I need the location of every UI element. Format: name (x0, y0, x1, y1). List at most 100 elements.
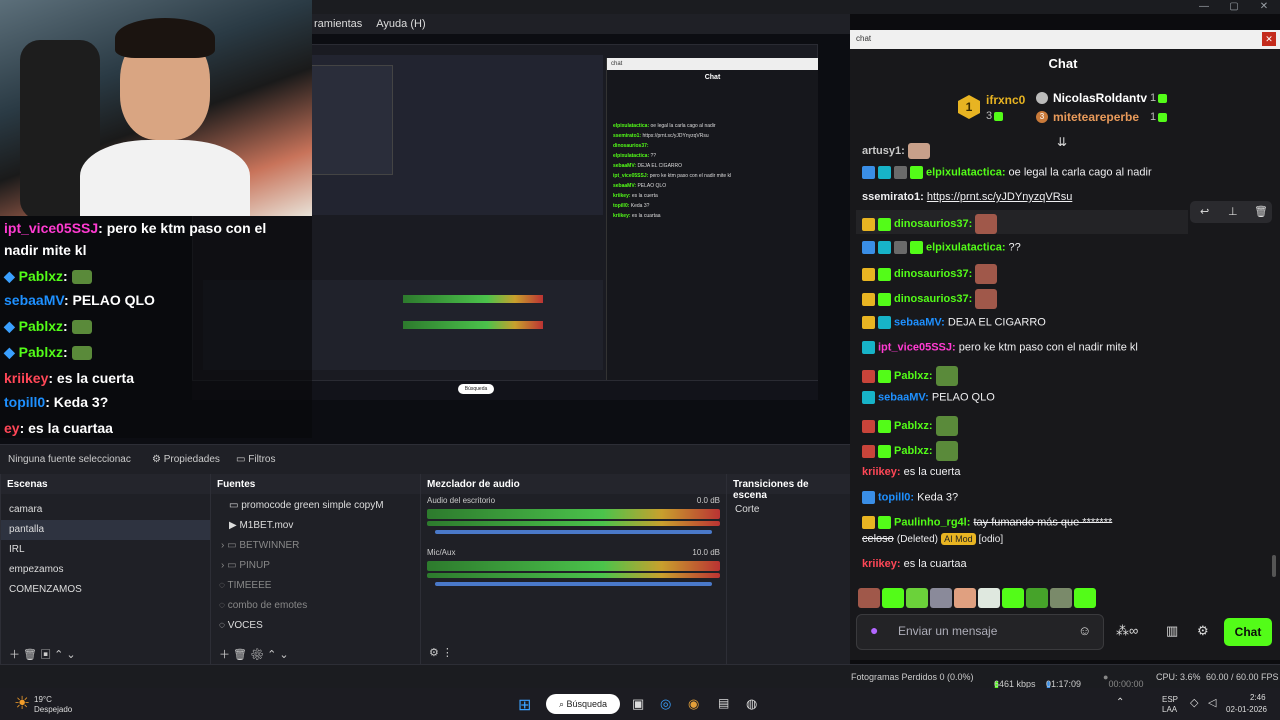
chat-message[interactable]: Pablxz: (862, 441, 958, 461)
transition-select[interactable]: Corte (727, 500, 850, 520)
chat-message[interactable]: Paulinho_rg4l: tay fumando más que *****… (862, 516, 1112, 529)
reply-icon[interactable]: ↩ (1200, 205, 1209, 218)
audio-meter-2 (427, 521, 720, 526)
audio-mixer-dock: Mezclador de audio Audio del escritorio 0… (420, 474, 726, 664)
window-close-icon[interactable]: ✕ (1250, 0, 1278, 14)
chat-close-icon[interactable]: ✕ (1262, 32, 1276, 46)
scene-item[interactable]: camara (1, 500, 210, 520)
task-view-icon[interactable]: ▣ (632, 696, 644, 712)
chat-message[interactable]: ipt_vice05SSJ: pero ke ktm paso con el n… (862, 341, 1138, 354)
chrome-icon[interactable]: ◉ (688, 696, 699, 712)
emote-icon[interactable] (954, 588, 976, 608)
collapse-leaderboard-icon[interactable]: ⇊ (1057, 135, 1067, 149)
pin-icon[interactable]: ⊥ (1228, 205, 1238, 218)
send-chat-button[interactable]: Chat (1224, 618, 1272, 646)
chat-message[interactable]: topill0: Keda 3? (862, 491, 958, 504)
sources-toolbar[interactable]: ＋ 🗑 ⚙ ⌃ ⌄ (211, 642, 420, 664)
chat-message[interactable]: elpixulatactica: oe legal la carla cago … (862, 166, 1152, 179)
network-icon[interactable]: ◇ (1190, 696, 1198, 709)
nested-chat-titlebar: chat (607, 58, 818, 70)
emote-icon[interactable] (930, 588, 952, 608)
source-item[interactable]: ▭ promocode green simple copyM (211, 496, 420, 516)
emote-icon[interactable] (882, 588, 904, 608)
obs-icon[interactable]: ◍ (746, 696, 757, 712)
edge-icon[interactable]: ◎ (660, 696, 671, 712)
emote-icon[interactable] (858, 588, 880, 608)
scene-item[interactable]: empezamos (1, 560, 210, 580)
emote-icon[interactable] (1002, 588, 1024, 608)
scenes-toolbar[interactable]: ＋ 🗑 ▣ ⌃ ⌄ (1, 642, 210, 664)
scene-item[interactable]: COMENZAMOS (1, 580, 210, 600)
chat-scrollbar[interactable] (1272, 555, 1276, 577)
weather-desc[interactable]: Despejado (34, 705, 72, 714)
filters-button[interactable]: ▭ Filtros (236, 454, 275, 465)
channel-points-icon[interactable]: ⁂∞ (1116, 623, 1138, 639)
chat-message[interactable]: ssemirato1: https://prnt.sc/yJDYnyzqVRsu (862, 191, 1072, 203)
app-icon[interactable]: ▤ (718, 696, 729, 710)
chat-message[interactable]: Pablxz: (862, 366, 958, 386)
leaderboard-first-name[interactable]: ifrxnc0 (986, 93, 1025, 107)
emote-icon[interactable] (978, 588, 1000, 608)
chat-message[interactable]: dinosaurios37: (862, 289, 998, 309)
source-group[interactable]: › ▭ BETWINNER (211, 536, 420, 556)
source-item[interactable]: ◌ combo de emotes (211, 596, 420, 616)
delete-icon[interactable]: 🗑 (1254, 205, 1268, 218)
settings-gear-icon[interactable]: ⚙ (1197, 623, 1209, 639)
clock-date[interactable]: 02-01-2026 (1226, 705, 1267, 714)
lang-layout[interactable]: LAA (1162, 705, 1177, 714)
emote-icon[interactable] (1026, 588, 1048, 608)
store-icon[interactable]: ▥ (1166, 623, 1178, 639)
clock-time[interactable]: 2:46 (1250, 693, 1266, 702)
leaderboard-first-count: 3 (986, 110, 1004, 122)
nested-chat-window: chat Chat elpixulatactica: oe legal la c… (606, 58, 818, 382)
overlay-chat-line: kriikey: es la cuerta (4, 370, 134, 386)
chat-message[interactable]: kriikey: es la cuartaa (862, 558, 967, 570)
lang-code[interactable]: ESP (1162, 695, 1178, 704)
chat-message[interactable]: artusy1: (862, 143, 930, 159)
microphone-icon[interactable]: ● (870, 622, 878, 638)
nested-chat-line: dinosaurios37: (613, 143, 649, 149)
nested-chat-title: Chat (704, 74, 721, 81)
audio-meter-2 (427, 573, 720, 578)
properties-button[interactable]: ⚙ Propiedades (152, 454, 220, 465)
scene-item-selected[interactable]: pantalla (1, 520, 210, 540)
chat-message[interactable]: elpixulatactica: ?? (862, 241, 1021, 254)
emote-icon[interactable] (1074, 588, 1096, 608)
overlay-chat-line: topill0: Keda 3? (4, 394, 109, 410)
menu-help[interactable]: Ayuda (H) (376, 18, 425, 30)
emote-icon[interactable] (906, 588, 928, 608)
leaderboard-second-name[interactable]: NicolasRoldantv (1053, 91, 1147, 105)
source-group[interactable]: › ▭ PINUP (211, 556, 420, 576)
chat-message[interactable]: dinosaurios37: (862, 214, 998, 234)
emoji-icon[interactable]: ☺ (1078, 623, 1091, 638)
scene-item[interactable]: IRL (1, 540, 210, 560)
volume-icon[interactable]: ◁ (1208, 696, 1216, 709)
nested-chat-line: kriikey: es la cuartaa (613, 213, 661, 219)
mixer-toolbar[interactable]: ⚙ ⋮ (421, 642, 726, 664)
weather-icon[interactable]: ☀ (14, 693, 30, 714)
nested-chat-line: elpixulatactica: oe legal la carla cago … (613, 123, 716, 129)
desktop-volume-slider[interactable] (435, 530, 712, 534)
source-item[interactable]: ◌ VOCES (211, 616, 420, 636)
chat-input-placeholder[interactable]: Enviar un mensaje (898, 624, 997, 638)
menu-tools[interactable]: ramientas (314, 18, 362, 30)
leaderboard-third-name[interactable]: miteteareperbe (1053, 110, 1139, 124)
source-item[interactable]: ◌ TIMEEEE (211, 576, 420, 596)
chat-message[interactable]: sebaaMV: PELAO QLO (862, 391, 995, 404)
taskbar-search[interactable]: ⌕ Búsqueda (546, 694, 620, 714)
overlay-chat-line: nadir mite kl (4, 242, 87, 258)
chat-message[interactable]: dinosaurios37: (862, 264, 998, 284)
tray-chevron-icon[interactable]: ⌃ (1116, 697, 1124, 708)
windows-start-icon[interactable]: ⊞ (518, 695, 531, 715)
maximize-icon[interactable]: ▢ (1220, 0, 1248, 14)
mic-volume-slider[interactable] (435, 582, 712, 586)
windows-taskbar: ☀ 19°C Despejado ⊞ ▣ ◎ ◉ ▤ ◍ ⌃ ESP LAA ◇… (0, 688, 1280, 720)
minimize-icon[interactable]: — (1190, 0, 1218, 14)
emote-icon[interactable] (1050, 588, 1072, 608)
chat-message[interactable]: sebaaMV: DEJA EL CIGARRO (862, 316, 1046, 329)
source-item[interactable]: ▶ M1BET.mov (211, 516, 420, 536)
weather-temp[interactable]: 19°C (34, 695, 52, 704)
chat-link[interactable]: https://prnt.sc/yJDYnyzqVRsu (927, 191, 1073, 203)
chat-message[interactable]: kriikey: es la cuerta (862, 466, 960, 478)
chat-message[interactable]: Pablxz: (862, 416, 958, 436)
